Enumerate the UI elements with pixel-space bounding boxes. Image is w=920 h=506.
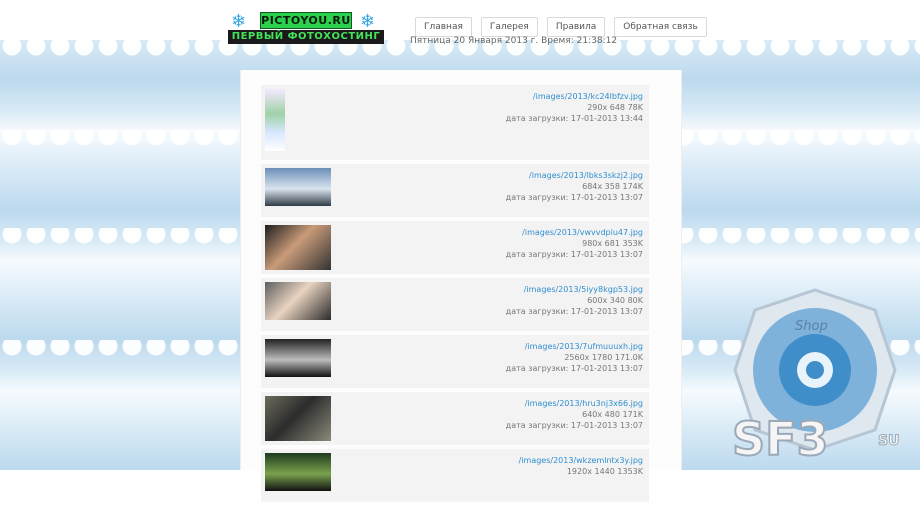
image-link[interactable]: /images/2013/5iyy8kgp53.jpg bbox=[506, 284, 643, 295]
image-dimensions: 980x 681 353K bbox=[582, 239, 643, 248]
image-thumbnail[interactable] bbox=[265, 168, 331, 206]
image-list: /images/2013/kc24lbfzv.jpg 290x 648 78K … bbox=[261, 85, 649, 506]
image-dimensions: 2560x 1780 171.0K bbox=[564, 353, 643, 362]
logo-title: PICTOYOU.RU bbox=[260, 12, 352, 29]
list-item: /images/2013/7ufmuuuxh.jpg 2560x 1780 17… bbox=[261, 335, 649, 388]
list-item: /images/2013/5iyy8kgp53.jpg 600x 340 80K… bbox=[261, 278, 649, 331]
image-thumbnail[interactable] bbox=[265, 339, 331, 377]
nav-home[interactable]: Главная bbox=[415, 17, 472, 37]
snowflake-icon: ❄ bbox=[231, 11, 247, 32]
logo-subtitle: ПЕРВЫЙ ФОТОХОСТИНГ bbox=[228, 30, 384, 44]
header: ❄ PICTOYOU.RU ❄ ПЕРВЫЙ ФОТОХОСТИНГ Главн… bbox=[0, 0, 920, 58]
image-thumbnail[interactable] bbox=[265, 282, 331, 320]
upload-date: дата загрузки: 17-01-2013 13:07 bbox=[505, 307, 643, 316]
image-info: /images/2013/5iyy8kgp53.jpg 600x 340 80K… bbox=[506, 284, 643, 317]
image-dimensions: 684x 358 174K bbox=[582, 182, 643, 191]
image-thumbnail[interactable] bbox=[265, 89, 285, 151]
list-item: /images/2013/wkzemlntx3y.jpg 1920x 1440 … bbox=[261, 449, 649, 502]
image-info: /images/2013/hru3nj3x66.jpg 640x 480 171… bbox=[506, 398, 643, 431]
main-nav: Главная Галерея Правила Обратная связь bbox=[415, 17, 707, 37]
watermark-brand: SF3 bbox=[732, 412, 829, 466]
image-info: /images/2013/vwvvdpiu47.jpg 980x 681 353… bbox=[506, 227, 643, 260]
image-link[interactable]: /images/2013/kc24lbfzv.jpg bbox=[506, 91, 643, 102]
list-item: /images/2013/kc24lbfzv.jpg 290x 648 78K … bbox=[261, 85, 649, 160]
list-item: /images/2013/vwvvdpiu47.jpg 980x 681 353… bbox=[261, 221, 649, 274]
image-dimensions: 1920x 1440 1353K bbox=[566, 467, 643, 476]
sf3-watermark: Shop SF3 SU bbox=[731, 288, 900, 467]
current-date: Пятница 20 Января 2013 г. Время: 21:38:1… bbox=[410, 36, 618, 46]
upload-date: дата загрузки: 17-01-2013 13:07 bbox=[505, 364, 643, 373]
content-panel: /images/2013/kc24lbfzv.jpg 290x 648 78K … bbox=[240, 70, 682, 502]
image-dimensions: 600x 340 80K bbox=[587, 296, 643, 305]
upload-date: дата загрузки: 17-01-2013 13:07 bbox=[505, 250, 643, 259]
nav-gallery[interactable]: Галерея bbox=[480, 17, 538, 37]
image-info: /images/2013/kc24lbfzv.jpg 290x 648 78K … bbox=[506, 91, 643, 124]
image-thumbnail[interactable] bbox=[265, 453, 331, 491]
image-info: /images/2013/lbks3skzj2.jpg 684x 358 174… bbox=[506, 170, 643, 203]
image-dimensions: 290x 648 78K bbox=[587, 103, 643, 112]
nav-feedback[interactable]: Обратная связь bbox=[614, 17, 707, 37]
upload-date: дата загрузки: 17-01-2013 13:07 bbox=[505, 421, 643, 430]
image-info: /images/2013/7ufmuuuxh.jpg 2560x 1780 17… bbox=[506, 341, 643, 374]
nav-rules[interactable]: Правила bbox=[546, 17, 606, 37]
snowflake-icon: ❄ bbox=[360, 11, 376, 32]
shop-text: Shop bbox=[795, 319, 828, 334]
watermark-suffix: SU bbox=[878, 433, 899, 449]
image-link[interactable]: /images/2013/wkzemlntx3y.jpg bbox=[519, 455, 643, 466]
image-thumbnail[interactable] bbox=[265, 396, 331, 441]
upload-date: дата загрузки: 17-01-2013 13:07 bbox=[505, 193, 643, 202]
image-link[interactable]: /images/2013/vwvvdpiu47.jpg bbox=[506, 227, 643, 238]
list-item: /images/2013/lbks3skzj2.jpg 684x 358 174… bbox=[261, 164, 649, 217]
image-link[interactable]: /images/2013/7ufmuuuxh.jpg bbox=[506, 341, 643, 352]
image-thumbnail[interactable] bbox=[265, 225, 331, 270]
list-item: /images/2013/hru3nj3x66.jpg 640x 480 171… bbox=[261, 392, 649, 445]
image-link[interactable]: /images/2013/lbks3skzj2.jpg bbox=[506, 170, 643, 181]
image-info: /images/2013/wkzemlntx3y.jpg 1920x 1440 … bbox=[519, 455, 643, 477]
image-dimensions: 640x 480 171K bbox=[582, 410, 643, 419]
upload-date: дата загрузки: 17-01-2013 13:44 bbox=[505, 114, 643, 123]
image-link[interactable]: /images/2013/hru3nj3x66.jpg bbox=[506, 398, 643, 409]
